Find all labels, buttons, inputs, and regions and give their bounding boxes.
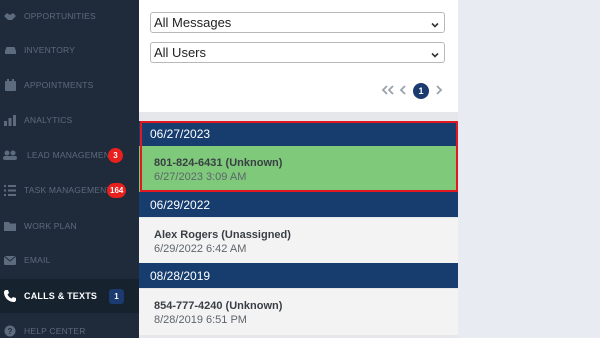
sidebar-item-help-center[interactable]: ? HELP CENTER bbox=[0, 314, 139, 338]
sidebar-item-email[interactable]: EMAIL bbox=[0, 243, 139, 277]
sidebar-item-task-management[interactable]: TASK MANAGEMENT 164 bbox=[0, 173, 139, 207]
folder-icon bbox=[3, 219, 17, 233]
user-filter-value: All Users bbox=[154, 45, 207, 60]
sidebar: OPPORTUNITIES INVENTORY APPOINTMENTS ANA… bbox=[0, 0, 139, 338]
first-page-icon[interactable] bbox=[381, 84, 395, 98]
page-1-button[interactable]: 1 bbox=[413, 83, 429, 99]
sidebar-item-label: WORK PLAN bbox=[24, 221, 77, 231]
conversation-contact: 801-824-6431 (Unknown) bbox=[154, 157, 283, 169]
envelope-icon bbox=[3, 253, 17, 267]
conversation-timestamp: 6/29/2022 6:42 AM bbox=[154, 243, 247, 255]
conversation-timestamp: 8/28/2019 6:51 PM bbox=[154, 314, 247, 326]
help-icon: ? bbox=[3, 324, 17, 338]
pagination: 1 bbox=[381, 83, 443, 99]
sidebar-item-calls-texts[interactable]: CALLS & TEXTS 1 bbox=[0, 279, 139, 313]
svg-text:?: ? bbox=[8, 327, 13, 336]
next-page-icon[interactable] bbox=[435, 84, 443, 98]
sidebar-item-label: TASK MANAGEMENT bbox=[24, 185, 112, 195]
lead-count-badge: 3 bbox=[108, 147, 123, 163]
sidebar-item-inventory[interactable]: INVENTORY bbox=[0, 33, 139, 67]
sidebar-item-label: LEAD MANAGEMENT bbox=[27, 150, 116, 160]
sidebar-item-lead-management[interactable]: LEAD MANAGEMENT 3 bbox=[0, 138, 139, 172]
message-filter-value: All Messages bbox=[154, 15, 232, 30]
prev-page-icon[interactable] bbox=[399, 84, 407, 98]
conversation-contact: Alex Rogers (Unassigned) bbox=[154, 229, 291, 241]
phone-icon bbox=[3, 289, 17, 303]
sidebar-item-label: APPOINTMENTS bbox=[24, 80, 94, 90]
task-count-badge: 164 bbox=[107, 182, 127, 198]
conversation-contact: 854-777-4240 (Unknown) bbox=[154, 300, 283, 312]
sidebar-item-appointments[interactable]: APPOINTMENTS bbox=[0, 68, 139, 102]
date-group-header: 06/29/2022 bbox=[139, 192, 458, 217]
sidebar-item-label: EMAIL bbox=[24, 255, 51, 265]
sidebar-item-opportunities[interactable]: OPPORTUNITIES bbox=[0, 0, 139, 33]
sidebar-item-label: OPPORTUNITIES bbox=[24, 11, 96, 21]
calls-count-badge: 1 bbox=[109, 288, 124, 304]
sidebar-item-label: ANALYTICS bbox=[24, 115, 73, 125]
sidebar-item-analytics[interactable]: ANALYTICS bbox=[0, 103, 139, 137]
conversation-timestamp: 6/27/2023 3:09 AM bbox=[154, 171, 247, 183]
user-filter-select[interactable]: All Users bbox=[150, 42, 445, 63]
users-icon bbox=[3, 148, 17, 162]
chevron-down-icon bbox=[430, 18, 440, 28]
date-group-header: 06/27/2023 bbox=[139, 121, 458, 146]
chevron-down-icon bbox=[430, 48, 440, 58]
checklist-icon bbox=[3, 183, 17, 197]
sidebar-item-work-plan[interactable]: WORK PLAN bbox=[0, 209, 139, 243]
content-background bbox=[458, 0, 600, 338]
sidebar-item-label: HELP CENTER bbox=[24, 326, 86, 336]
conversation-item[interactable]: Alex Rogers (Unassigned) 6/29/2022 6:42 … bbox=[139, 218, 458, 264]
messages-panel: All Messages All Users 1 06/27/2023 801-… bbox=[139, 0, 458, 338]
sidebar-item-label: INVENTORY bbox=[24, 45, 76, 55]
chart-icon bbox=[3, 113, 17, 127]
calendar-icon bbox=[3, 78, 17, 92]
car-icon bbox=[3, 43, 17, 57]
conversation-item[interactable]: 801-824-6431 (Unknown) 6/27/2023 3:09 AM bbox=[139, 146, 458, 192]
sidebar-item-label: CALLS & TEXTS bbox=[24, 291, 98, 301]
message-filter-select[interactable]: All Messages bbox=[150, 12, 445, 33]
conversation-item[interactable]: 854-777-4240 (Unknown) 8/28/2019 6:51 PM bbox=[139, 289, 458, 335]
handshake-icon bbox=[3, 9, 17, 23]
date-group-header: 08/28/2019 bbox=[139, 263, 458, 288]
